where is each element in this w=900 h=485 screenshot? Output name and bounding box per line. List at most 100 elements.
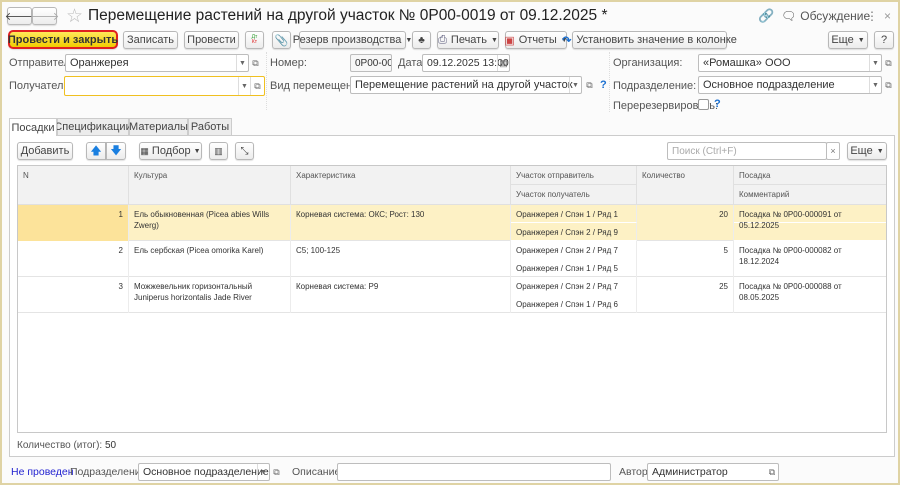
chevron-down-icon[interactable]: ▼ xyxy=(869,55,881,71)
calendar-icon[interactable]: ▤ xyxy=(497,55,509,71)
cell-culture[interactable]: Ель сербская (Picea omorika Karel) xyxy=(129,241,291,277)
more-menu-icon[interactable]: ⋮ xyxy=(866,9,878,23)
cell-n[interactable]: 1 xyxy=(18,205,129,241)
plantings-table[interactable]: N Культура Характеристика Участок отправ… xyxy=(17,165,887,433)
sender-field[interactable]: Оранжерея ▼ xyxy=(65,54,249,72)
discussion-button[interactable]: 🗨 Обсуждение xyxy=(781,9,870,23)
cell-quantity[interactable]: 25 xyxy=(637,277,734,313)
col-header-quantity[interactable]: Количество xyxy=(637,166,734,205)
dt-kt-button[interactable]: Дт Кт xyxy=(245,31,264,49)
back-button[interactable]: 🡐 xyxy=(5,7,34,25)
cell-planting[interactable]: Посадка № 0Р00-000082 от 18.12.2024 xyxy=(734,241,886,266)
close-icon[interactable]: × xyxy=(884,9,891,23)
chevron-down-icon[interactable]: ▼ xyxy=(236,55,248,71)
description-field[interactable] xyxy=(337,463,611,481)
open-icon[interactable]: ⧉ xyxy=(882,76,895,94)
dept-field[interactable]: Основное подразделение ▼ xyxy=(698,76,882,94)
date-field[interactable]: 09.12.2025 13:00: ▤ xyxy=(422,54,510,72)
cell-plot-to[interactable]: Оранжерея / Спэн 2 / Ряд 9 xyxy=(511,223,637,241)
footer-dept-field[interactable]: Основное подразделение ▼ xyxy=(138,463,270,481)
set-column-value-button[interactable]: ↷ Установить значение в колонке xyxy=(562,31,737,49)
cell-plot-to[interactable]: Оранжерея / Спэн 1 / Ряд 5 xyxy=(511,259,637,277)
post-button[interactable]: Провести xyxy=(184,31,239,49)
help-icon[interactable]: ? xyxy=(600,79,607,91)
table-more-button[interactable]: Еще ▼ xyxy=(847,142,887,160)
star-icon[interactable]: ☆ xyxy=(66,5,83,28)
col-header-comment[interactable]: Комментарий xyxy=(734,185,886,205)
print-button[interactable]: ⎙ Печать ▼ xyxy=(437,31,499,49)
table-row[interactable]: 3 Можжевельник горизонтальный Juniperus h… xyxy=(18,277,886,313)
divider xyxy=(609,52,610,112)
open-icon[interactable]: ⧉ xyxy=(583,76,596,94)
open-icon[interactable]: ⧉ xyxy=(766,464,778,480)
move-type-field[interactable]: Перемещение растений на другой участок ▼ xyxy=(350,76,582,94)
author-field[interactable]: Администратор ⧉ xyxy=(647,463,779,481)
cell-plot-from[interactable]: Оранжерея / Спэн 1 / Ряд 1 xyxy=(511,205,637,223)
col-header-planting[interactable]: Посадка xyxy=(734,166,886,185)
more-button[interactable]: Еще ▼ xyxy=(828,31,868,49)
curved-arrow-icon: ↷ xyxy=(562,34,572,47)
cell-plot-from[interactable]: Оранжерея / Спэн 2 / Ряд 7 xyxy=(511,277,637,295)
barcode-button[interactable]: ▥ xyxy=(209,142,228,160)
resize-button[interactable]: ⤡ xyxy=(235,142,254,160)
search-input[interactable]: Поиск (Ctrl+F) xyxy=(667,142,827,160)
open-icon[interactable]: ⧉ xyxy=(249,54,262,72)
org-field[interactable]: «Ромашка» ООО ▼ xyxy=(698,54,882,72)
cell-characteristic[interactable]: Корневая система: Р9 xyxy=(291,277,511,313)
cell-quantity[interactable]: 20 xyxy=(637,205,734,241)
open-icon[interactable]: ⧉ xyxy=(270,463,283,481)
cell-planting[interactable]: Посадка № 0Р00-000091 от 05.12.2025 xyxy=(734,205,886,230)
chevron-down-icon: ▼ xyxy=(490,36,498,44)
help-button[interactable]: ? xyxy=(874,31,894,49)
table-row[interactable]: 2 Ель сербская (Picea omorika Karel) С5; 1… xyxy=(18,241,886,277)
reports-button[interactable]: ▣ Отчеты ▼ xyxy=(504,31,568,49)
chevron-down-icon[interactable]: ▼ xyxy=(869,77,881,93)
chevron-down-icon[interactable]: ▼ xyxy=(569,77,581,93)
forward-button[interactable]: 🡒 xyxy=(30,7,59,25)
cell-n[interactable]: 2 xyxy=(18,241,129,277)
attach-button[interactable]: 📎 xyxy=(272,31,291,49)
col-header-characteristic[interactable]: Характеристика xyxy=(291,166,511,205)
save-button[interactable]: Записать xyxy=(123,31,178,49)
number-field[interactable]: 0Р00-001 xyxy=(350,54,392,72)
link-icon[interactable]: 🔗 xyxy=(758,8,774,24)
cell-plot-to[interactable]: Оранжерея / Спэн 1 / Ряд 6 xyxy=(511,295,637,313)
post-status-link[interactable]: Не проведен xyxy=(11,466,74,478)
cell-culture[interactable]: Ель обыкновенная (Picea abies Wills Zwer… xyxy=(129,205,291,241)
cell-plot-from[interactable]: Оранжерея / Спэн 2 / Ряд 7 xyxy=(511,241,637,259)
col-header-plot-to[interactable]: Участок получатель xyxy=(511,185,637,205)
move-up-button[interactable]: 🡅 xyxy=(86,142,106,160)
move-down-button[interactable]: 🡇 xyxy=(106,142,126,160)
tab-works[interactable]: Работы xyxy=(188,118,232,135)
tab-materials[interactable]: Материалы xyxy=(129,118,188,135)
cell-n[interactable]: 3 xyxy=(18,277,129,313)
reserve-button[interactable]: Резерв производства ▼ xyxy=(293,31,412,49)
chevron-down-icon[interactable]: ▼ xyxy=(238,77,250,95)
tab-specifications[interactable]: Спецификации xyxy=(54,118,132,135)
author-label: Автор: xyxy=(619,466,651,478)
cell-comment[interactable] xyxy=(734,295,886,313)
cell-quantity[interactable]: 5 xyxy=(637,241,734,277)
col-header-plot-from[interactable]: Участок отправитель xyxy=(511,166,637,185)
cell-culture[interactable]: Можжевельник горизонтальный Juniperus ho… xyxy=(129,277,291,313)
rereserve-checkbox[interactable] xyxy=(698,99,709,110)
clear-search-button[interactable]: × xyxy=(826,142,840,160)
table-row[interactable]: 1 Ель обыкновенная (Picea abies Wills Zwe… xyxy=(18,205,886,241)
col-header-culture[interactable]: Культура xyxy=(129,166,291,205)
cell-comment[interactable] xyxy=(734,223,886,241)
cell-characteristic[interactable]: С5; 100-125 xyxy=(291,241,511,277)
cell-comment[interactable] xyxy=(734,259,886,277)
post-and-close-button[interactable]: Провести и закрыть xyxy=(8,30,118,49)
open-icon[interactable]: ⧉ xyxy=(882,54,895,72)
tab-plantings[interactable]: Посадки xyxy=(9,118,57,136)
col-header-n[interactable]: N xyxy=(18,166,129,205)
recipient-field[interactable]: ▼ ⧉ xyxy=(64,76,265,96)
pick-button[interactable]: ▦ Подбор ▼ xyxy=(139,142,202,160)
cell-planting[interactable]: Посадка № 0Р00-000088 от 08.05.2025 xyxy=(734,277,886,302)
help-icon[interactable]: ? xyxy=(714,98,721,110)
chevron-down-icon[interactable]: ▼ xyxy=(257,464,269,480)
add-button[interactable]: Добавить xyxy=(17,142,73,160)
open-icon[interactable]: ⧉ xyxy=(250,77,264,95)
structure-button[interactable]: ♣ xyxy=(412,31,431,49)
cell-characteristic[interactable]: Корневая система: ОКС; Рост: 130 xyxy=(291,205,511,241)
